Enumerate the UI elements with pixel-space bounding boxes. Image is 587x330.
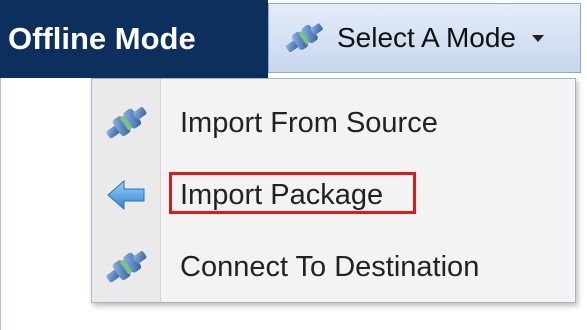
- select-mode-dropdown[interactable]: Select A Mode: [268, 3, 581, 73]
- plug-connector-icon: [92, 231, 160, 303]
- select-mode-label: Select A Mode: [337, 22, 517, 53]
- menu-item-label: Import From Source: [180, 106, 438, 139]
- menu-item-import-package[interactable]: Import Package: [92, 159, 575, 231]
- menu-item-label: Import Package: [180, 178, 384, 211]
- chevron-down-icon: [532, 34, 545, 42]
- menu-item-import-from-source[interactable]: Import From Source: [92, 87, 575, 159]
- plug-connector-icon: [92, 87, 160, 159]
- mode-toolbar: Offline Mode Select A Mode: [0, 0, 587, 78]
- plug-connector-icon: [279, 18, 329, 58]
- mode-menu: Import From Source Import Package Connec…: [91, 78, 576, 303]
- menu-item-connect-to-destination[interactable]: Connect To Destination: [92, 231, 575, 303]
- content-border: [0, 78, 1, 330]
- arrow-left-icon: [92, 159, 160, 231]
- menu-item-label: Connect To Destination: [180, 250, 480, 283]
- mode-title: Offline Mode: [0, 0, 268, 78]
